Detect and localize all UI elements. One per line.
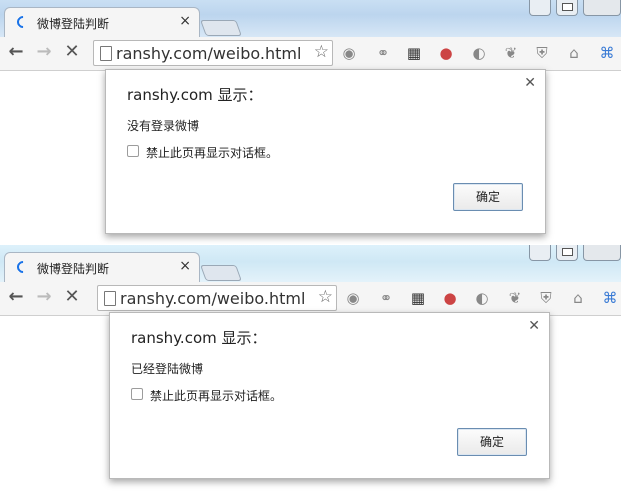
maximize-button[interactable] [556, 245, 578, 261]
tab-close-icon[interactable]: × [179, 258, 191, 274]
command-icon[interactable]: ⌘ [601, 289, 619, 307]
forward-arrow-icon[interactable]: → [34, 287, 54, 307]
toolbar: ← → ✕ ranshy.com/weibo.html ☆ ◉ ⚭ ▦ ● ◐ … [0, 282, 621, 316]
shield-icon[interactable]: ⛨ [533, 44, 551, 62]
url-text: ranshy.com/weibo.html [120, 289, 306, 308]
window-close-button[interactable] [583, 0, 621, 16]
swirl-icon[interactable]: ◐ [473, 289, 491, 307]
suppress-dialog-label: 禁止此页再显示对话框。 [150, 389, 283, 403]
dialog-message: 没有登录微博 [127, 119, 200, 133]
ok-button[interactable]: 确定 [453, 183, 523, 211]
tab-weibo[interactable]: 微博登陆判断 × [4, 252, 200, 282]
qr-code-icon[interactable]: ▦ [405, 44, 423, 62]
title-bar: 微博登陆判断 × [0, 0, 621, 37]
maximize-button[interactable] [556, 0, 578, 16]
address-bar[interactable]: ranshy.com/weibo.html ☆ [93, 40, 333, 66]
leaf-icon[interactable]: ❦ [506, 289, 524, 307]
share-icon[interactable]: ⚭ [374, 44, 392, 62]
dialog-title: ranshy.com 显示： [127, 86, 263, 104]
leaf-icon[interactable]: ❦ [502, 44, 520, 62]
globe-icon[interactable]: ◉ [340, 44, 358, 62]
back-arrow-icon[interactable]: ← [6, 42, 26, 62]
shield-icon[interactable]: ⛨ [537, 289, 555, 307]
address-bar[interactable]: ranshy.com/weibo.html ☆ [97, 285, 337, 311]
clean-icon[interactable]: ⌂ [565, 44, 583, 62]
dialog-close-icon[interactable]: ✕ [528, 318, 540, 334]
alert-dialog: ranshy.com 显示： ✕ 没有登录微博 禁止此页再显示对话框。 确定 [105, 69, 546, 234]
dialog-title: ranshy.com 显示： [131, 329, 267, 347]
page-icon [104, 291, 116, 306]
swirl-icon[interactable]: ◐ [470, 44, 488, 62]
minimize-button[interactable] [529, 0, 551, 16]
browser-window-top: 微博登陆判断 × ← → ✕ ranshy.com/weibo.html ☆ ◉… [0, 0, 621, 244]
url-text: ranshy.com/weibo.html [116, 44, 302, 63]
cookie-santa-icon[interactable]: ● [437, 44, 455, 62]
dialog-close-icon[interactable]: ✕ [524, 75, 536, 91]
tab-weibo[interactable]: 微博登陆判断 × [4, 7, 200, 37]
loading-spinner-icon [14, 13, 32, 31]
title-bar: 微博登陆判断 × [0, 245, 621, 282]
cookie-santa-icon[interactable]: ● [441, 289, 459, 307]
share-icon[interactable]: ⚭ [377, 289, 395, 307]
tab-title: 微博登陆判断 [37, 262, 110, 276]
new-tab-button[interactable] [200, 265, 242, 281]
stop-icon[interactable]: ✕ [62, 42, 82, 62]
loading-spinner-icon [14, 258, 32, 276]
qr-code-icon[interactable]: ▦ [409, 289, 427, 307]
suppress-dialog-checkbox[interactable] [131, 388, 143, 400]
globe-icon[interactable]: ◉ [344, 289, 362, 307]
dialog-message: 已经登陆微博 [131, 362, 204, 376]
stop-icon[interactable]: ✕ [62, 287, 82, 307]
alert-dialog: ranshy.com 显示： ✕ 已经登陆微博 禁止此页再显示对话框。 确定 [109, 312, 550, 479]
maximize-icon [562, 248, 573, 256]
clean-icon[interactable]: ⌂ [569, 289, 587, 307]
tab-close-icon[interactable]: × [179, 13, 191, 29]
bookmark-star-icon[interactable]: ☆ [314, 42, 329, 62]
toolbar: ← → ✕ ranshy.com/weibo.html ☆ ◉ ⚭ ▦ ● ◐ … [0, 37, 621, 71]
suppress-dialog-checkbox[interactable] [127, 145, 139, 157]
minimize-button[interactable] [529, 245, 551, 261]
ok-button[interactable]: 确定 [457, 428, 527, 456]
bookmark-star-icon[interactable]: ☆ [318, 287, 333, 307]
page-icon [100, 46, 112, 61]
new-tab-button[interactable] [200, 20, 242, 36]
forward-arrow-icon[interactable]: → [34, 42, 54, 62]
back-arrow-icon[interactable]: ← [6, 287, 26, 307]
command-icon[interactable]: ⌘ [598, 44, 616, 62]
browser-window-bottom: 微博登陆判断 × ← → ✕ ranshy.com/weibo.html ☆ ◉… [0, 245, 621, 491]
window-close-button[interactable] [583, 245, 621, 261]
maximize-icon [562, 3, 573, 11]
tab-title: 微博登陆判断 [37, 17, 110, 31]
suppress-dialog-label: 禁止此页再显示对话框。 [146, 146, 279, 160]
